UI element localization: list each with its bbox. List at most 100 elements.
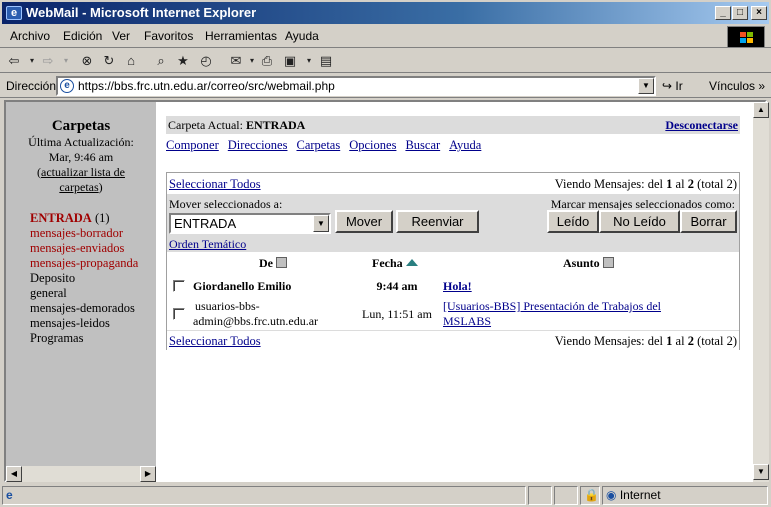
discuss-icon[interactable]: ▤ bbox=[316, 51, 336, 71]
print-icon[interactable]: ⎙ bbox=[257, 51, 277, 71]
links-expand-icon: » bbox=[758, 79, 766, 93]
status-cell bbox=[528, 486, 552, 505]
address-input[interactable]: e https://bbs.frc.utn.edu.ar/correo/src/… bbox=[56, 76, 656, 96]
refresh-folders-link-cont[interactable]: carpetas bbox=[59, 180, 98, 194]
page-icon: e bbox=[60, 79, 74, 93]
sort-ascending-icon[interactable] bbox=[405, 259, 418, 266]
message-from: Giordanello Emilio bbox=[193, 279, 292, 293]
folder-mensajes-propaganda[interactable]: mensajes-propaganda bbox=[30, 256, 138, 271]
maximize-button[interactable]: □ bbox=[732, 6, 748, 20]
forward-arrow-icon[interactable]: ⇨ bbox=[38, 51, 58, 71]
ie-app-icon: e bbox=[6, 6, 22, 20]
message-subject[interactable]: Hola! bbox=[443, 279, 472, 294]
message-list: Seleccionar Todos Viendo Mensajes: del 1… bbox=[166, 172, 740, 350]
select-all-link-bottom[interactable]: Seleccionar Todos bbox=[169, 334, 261, 349]
scroll-down-icon[interactable]: ▼ bbox=[753, 464, 769, 480]
move-folder-select[interactable]: ENTRADA ▼ bbox=[169, 213, 331, 234]
move-button[interactable]: Mover bbox=[335, 210, 393, 233]
folder-entrada[interactable]: ENTRADA (1) bbox=[30, 211, 110, 226]
mark-unread-button[interactable]: No Leído bbox=[599, 210, 680, 233]
menu-edicion[interactable]: Edición bbox=[63, 29, 102, 43]
window-titlebar[interactable]: e WebMail - Microsoft Internet Explorer … bbox=[0, 0, 771, 26]
back-arrow-icon[interactable]: ⇦ bbox=[4, 51, 24, 71]
home-icon[interactable]: ⌂ bbox=[121, 51, 141, 71]
menu-herramientas[interactable]: Herramientas bbox=[205, 29, 277, 43]
logout-link[interactable]: Desconectarse bbox=[665, 118, 738, 133]
column-from[interactable]: De bbox=[259, 256, 287, 271]
address-label: Dirección bbox=[6, 79, 57, 93]
scroll-left-icon[interactable]: ◀ bbox=[6, 466, 22, 482]
nav-carpetas[interactable]: Carpetas bbox=[296, 138, 340, 152]
column-date[interactable]: Fecha bbox=[372, 256, 418, 271]
folders-title: Carpetas bbox=[51, 118, 111, 134]
address-url[interactable]: https://bbs.frc.utn.edu.ar/correo/src/we… bbox=[78, 79, 335, 93]
select-dropdown-icon[interactable]: ▼ bbox=[313, 215, 329, 232]
secure-lock-icon: 🔒 bbox=[580, 486, 600, 505]
status-cell bbox=[554, 486, 578, 505]
message-date: 9:44 am bbox=[376, 279, 418, 293]
last-update: Última Actualización: Mar, 9:46 am (actu… bbox=[28, 135, 134, 194]
forward-button[interactable]: Reenviar bbox=[396, 210, 479, 233]
minimize-button[interactable]: _ bbox=[715, 6, 731, 20]
search-icon[interactable]: ⌕ bbox=[151, 51, 171, 71]
menu-bar: Archivo Edición Ver Favoritos Herramient… bbox=[0, 26, 771, 48]
delete-button[interactable]: Borrar bbox=[680, 210, 737, 233]
go-button[interactable]: ↪ Ir bbox=[662, 79, 683, 93]
page-vscrollbar[interactable]: ▲ ▼ bbox=[753, 102, 769, 482]
menu-ver[interactable]: Ver bbox=[112, 29, 130, 43]
sort-icon[interactable] bbox=[276, 257, 287, 268]
status-text: e bbox=[2, 486, 526, 505]
sort-icon[interactable] bbox=[602, 257, 614, 268]
menu-favoritos[interactable]: Favoritos bbox=[144, 29, 193, 43]
security-zone: ◉ Internet bbox=[602, 486, 768, 505]
nav-buscar[interactable]: Buscar bbox=[405, 138, 440, 152]
current-folder-label: Carpeta Actual: bbox=[168, 118, 243, 132]
table-row[interactable]: Giordanello Emilio 9:44 am Hola! bbox=[167, 274, 739, 298]
main-nav: Componer Direcciones Carpetas Opciones Busca… bbox=[166, 138, 490, 153]
message-checkbox[interactable] bbox=[173, 308, 185, 320]
current-folder-bar: Carpeta Actual: ENTRADA Desconectarse bbox=[166, 116, 740, 134]
page-done-icon: e bbox=[6, 488, 13, 502]
address-dropdown-icon[interactable]: ▼ bbox=[638, 78, 654, 94]
message-actions: Mover seleccionados a: Marcar mensajes s… bbox=[167, 194, 739, 252]
scroll-up-icon[interactable]: ▲ bbox=[753, 102, 769, 118]
mark-read-button[interactable]: Leído bbox=[547, 210, 599, 233]
folder-mensajes-demorados[interactable]: mensajes-demorados bbox=[30, 301, 135, 316]
thread-sort-link[interactable]: Orden Temático bbox=[169, 237, 246, 252]
history-icon[interactable]: ◴ bbox=[196, 51, 216, 71]
forward-dropdown-icon[interactable]: ▾ bbox=[56, 51, 76, 71]
nav-componer[interactable]: Componer bbox=[166, 138, 219, 152]
nav-ayuda[interactable]: Ayuda bbox=[449, 138, 481, 152]
links-button[interactable]: Vínculos » bbox=[709, 79, 765, 93]
nav-direcciones[interactable]: Direcciones bbox=[228, 138, 288, 152]
message-subject[interactable]: [Usuarios-BBS] Presentación de Trabajos … bbox=[443, 299, 661, 329]
windows-flag-icon bbox=[740, 32, 753, 43]
column-subject[interactable]: Asunto bbox=[563, 256, 614, 271]
folder-deposito[interactable]: Deposito bbox=[30, 271, 75, 286]
close-button[interactable]: × bbox=[751, 6, 767, 20]
select-all-link-top[interactable]: Seleccionar Todos bbox=[169, 177, 261, 192]
scroll-right-icon[interactable]: ▶ bbox=[140, 466, 156, 482]
folder-general[interactable]: general bbox=[30, 286, 67, 301]
folder-mensajes-leidos[interactable]: mensajes-leidos bbox=[30, 316, 110, 331]
refresh-icon[interactable]: ↻ bbox=[99, 51, 119, 71]
refresh-folders-link[interactable]: actualizar lista de bbox=[41, 165, 125, 179]
table-row[interactable]: usuarios-bbs- admin@bbs.frc.utn.edu.ar L… bbox=[167, 298, 739, 330]
menu-archivo[interactable]: Archivo bbox=[10, 29, 50, 43]
folder-mensajes-enviados[interactable]: mensajes-enviados bbox=[30, 241, 124, 256]
edit-icon[interactable]: ▣ bbox=[280, 51, 300, 71]
current-folder-name: ENTRADA bbox=[245, 118, 306, 132]
message-checkbox[interactable] bbox=[173, 280, 185, 292]
move-label: Mover seleccionados a: bbox=[169, 197, 283, 211]
stop-icon[interactable]: ⊗ bbox=[77, 51, 97, 71]
folder-mensajes-borrador[interactable]: mensajes-borrador bbox=[30, 226, 123, 241]
menu-ayuda[interactable]: Ayuda bbox=[285, 29, 319, 43]
page-content: Carpetas Última Actualización: Mar, 9:46… bbox=[4, 100, 769, 482]
folder-pane-hscrollbar[interactable]: ◀ ▶ bbox=[6, 466, 156, 482]
window-title: WebMail - Microsoft Internet Explorer bbox=[26, 5, 257, 20]
favorites-icon[interactable]: ★ bbox=[173, 51, 193, 71]
folder-programas[interactable]: Programas bbox=[30, 331, 83, 346]
browser-toolbar: ⇦ ▾ ⇨ ▾ ⊗ ↻ ⌂ ⌕ ★ ◴ ✉ ▾ ⎙ ▣ ▾ ▤ bbox=[0, 49, 771, 73]
message-date: Lun, 11:51 am bbox=[362, 307, 432, 321]
nav-opciones[interactable]: Opciones bbox=[349, 138, 396, 152]
